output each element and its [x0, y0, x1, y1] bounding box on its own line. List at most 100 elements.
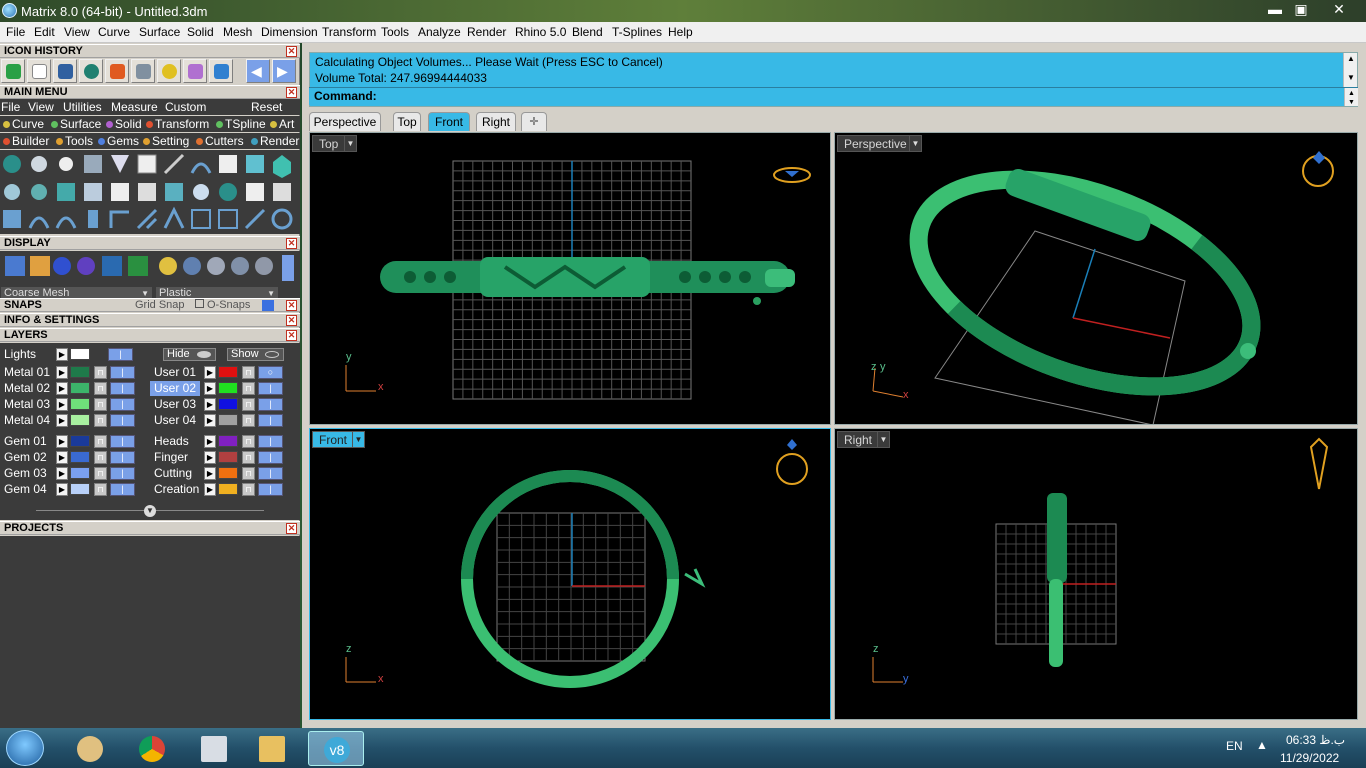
close-icon[interactable]: ✕ [286, 238, 297, 249]
viewport-top[interactable]: Top ▼ y x [309, 132, 831, 425]
play-icon[interactable]: ▶ [56, 398, 68, 411]
layer-color-swatch[interactable] [70, 398, 90, 410]
play-icon[interactable]: ▶ [204, 382, 216, 395]
history-gem-icon[interactable] [79, 59, 103, 83]
mm-render[interactable]: Render [251, 134, 299, 148]
play-icon[interactable]: ▶ [56, 366, 68, 379]
mm-setting[interactable]: Setting [143, 134, 189, 148]
display-header[interactable]: DISPLAY ✕ [0, 236, 300, 250]
layer-visibility-toggle[interactable]: | [258, 414, 283, 427]
play-icon[interactable]: ▶ [56, 467, 68, 480]
lock-icon[interactable]: ⊓ [242, 414, 255, 427]
mm-gems[interactable]: Gems [98, 134, 139, 148]
menu-mesh[interactable]: Mesh [223, 25, 252, 39]
play-icon[interactable]: ▶ [204, 451, 216, 464]
o-snaps-toggle[interactable]: O-Snaps [195, 299, 250, 312]
viewport-front[interactable]: Front ▼ z x [309, 428, 831, 720]
mm-custom[interactable]: Custom [165, 100, 206, 114]
layer-visibility-toggle[interactable]: | [258, 398, 283, 411]
layer-visibility-toggle[interactable]: | [110, 398, 135, 411]
mm-tspline[interactable]: TSpline [216, 117, 266, 131]
layer-visibility-toggle[interactable]: | [258, 467, 283, 480]
menu-blend[interactable]: Blend [572, 25, 603, 39]
lock-icon[interactable]: ⊓ [242, 366, 255, 379]
layer-color-swatch[interactable] [70, 467, 90, 479]
play-icon[interactable]: ▶ [56, 414, 68, 427]
menu-curve[interactable]: Curve [98, 25, 130, 39]
layer-name[interactable]: Metal 01 [0, 365, 52, 380]
layer-visibility-toggle[interactable]: ○ [258, 366, 283, 379]
taskbar-explorer[interactable] [244, 731, 300, 766]
play-icon[interactable]: ▶ [56, 451, 68, 464]
command-input-spinner[interactable]: ▲ ▼ [1344, 88, 1358, 106]
layer-visibility-toggle[interactable]: | [110, 414, 135, 427]
layer-color-swatch[interactable] [70, 366, 90, 378]
layer-row[interactable]: User 04 ▶ ⊓ | [150, 413, 300, 428]
expand-layers-icon[interactable]: ▼ [144, 505, 156, 517]
history-forward-icon[interactable]: ▶ [272, 59, 296, 83]
close-icon[interactable]: ✕ [286, 300, 297, 311]
close-icon[interactable]: ✕ [286, 523, 297, 534]
history-curve-icon[interactable] [183, 59, 207, 83]
history-new-doc-icon[interactable] [27, 59, 51, 83]
menu-surface[interactable]: Surface [139, 25, 180, 39]
history-grid-icon[interactable] [1, 59, 25, 83]
history-cutter-icon[interactable] [105, 59, 129, 83]
layer-row[interactable]: Metal 03 ▶ ⊓ | [0, 397, 150, 412]
close-icon[interactable]: ✕ [286, 315, 297, 326]
show-hidden-icons[interactable]: ▲ [1256, 738, 1268, 752]
menu-render[interactable]: Render [467, 25, 506, 39]
menu-help[interactable]: Help [668, 25, 693, 39]
viewport-label[interactable]: Perspective [837, 135, 914, 152]
close-icon[interactable]: ✕ [286, 46, 297, 57]
chevron-down-icon[interactable]: ▼ [344, 135, 357, 152]
lights-color-swatch[interactable] [70, 348, 90, 360]
viewport-perspective[interactable]: Perspective ▼ z y x [834, 132, 1358, 425]
layer-name[interactable]: Cutting [150, 466, 202, 481]
layer-visibility-toggle[interactable]: | [258, 435, 283, 448]
layer-row[interactable]: User 03 ▶ ⊓ | [150, 397, 300, 412]
layer-name[interactable]: Gem 02 [0, 450, 52, 465]
layer-row[interactable]: Gem 01 ▶ ⊓ | [0, 434, 150, 449]
language-indicator[interactable]: EN [1226, 739, 1243, 753]
icon-history-header[interactable]: ICON HISTORY ✕ [0, 44, 300, 58]
layer-visibility-toggle[interactable]: | [110, 366, 135, 379]
taskbar-matrix[interactable]: v8 [308, 731, 364, 766]
add-tab-icon[interactable]: ✛ [521, 112, 547, 131]
layer-row[interactable]: Metal 04 ▶ ⊓ | [0, 413, 150, 428]
grid-snap-toggle[interactable]: Grid Snap [135, 299, 185, 312]
play-icon[interactable]: ▶ [204, 435, 216, 448]
lock-icon[interactable]: ⊓ [242, 483, 255, 496]
mm-builder[interactable]: Builder [3, 134, 49, 148]
layer-row-current[interactable]: User 02 ▶ ⊓ | [150, 381, 300, 396]
close-icon[interactable]: ✕ [286, 87, 297, 98]
menu-file[interactable]: File [6, 25, 25, 39]
mm-curve[interactable]: Curve [3, 117, 44, 131]
layer-row[interactable]: Gem 03 ▶ ⊓ | [0, 466, 150, 481]
layers-header[interactable]: LAYERS ✕ [0, 328, 300, 342]
menu-tsplines[interactable]: T-Splines [612, 25, 662, 39]
layer-name[interactable]: Heads [150, 434, 202, 449]
layer-row[interactable]: Metal 02 ▶ ⊓ | [0, 381, 150, 396]
layer-name[interactable]: Gem 01 [0, 434, 52, 449]
mm-reset[interactable]: Reset [251, 100, 282, 114]
layer-row[interactable]: Creation ▶ ⊓ | [150, 482, 300, 497]
taskbar-paint[interactable] [62, 731, 118, 766]
menu-edit[interactable]: Edit [34, 25, 55, 39]
viewport-right[interactable]: Right ▼ z y [834, 428, 1358, 720]
layer-visibility-toggle[interactable]: | [258, 382, 283, 395]
mm-measure[interactable]: Measure [111, 100, 158, 114]
mm-art[interactable]: Art [270, 117, 294, 131]
layer-name[interactable]: Gem 04 [0, 482, 52, 497]
chevron-down-icon[interactable]: ▼ [1347, 73, 1355, 82]
command-input[interactable]: Command: ▲ ▼ [309, 87, 1358, 106]
layer-name[interactable]: Finger [150, 450, 202, 465]
mm-file[interactable]: File [1, 100, 20, 114]
lock-icon[interactable]: ⊓ [94, 467, 107, 480]
tab-right[interactable]: Right [476, 112, 516, 131]
command-scrollbar[interactable]: ▲ ▼ [1343, 53, 1357, 87]
layer-name[interactable]: User 03 [150, 397, 202, 412]
lights-visibility-toggle[interactable]: | [108, 348, 133, 361]
layer-name[interactable]: Metal 03 [0, 397, 52, 412]
projects-header[interactable]: PROJECTS ✕ [0, 521, 300, 535]
